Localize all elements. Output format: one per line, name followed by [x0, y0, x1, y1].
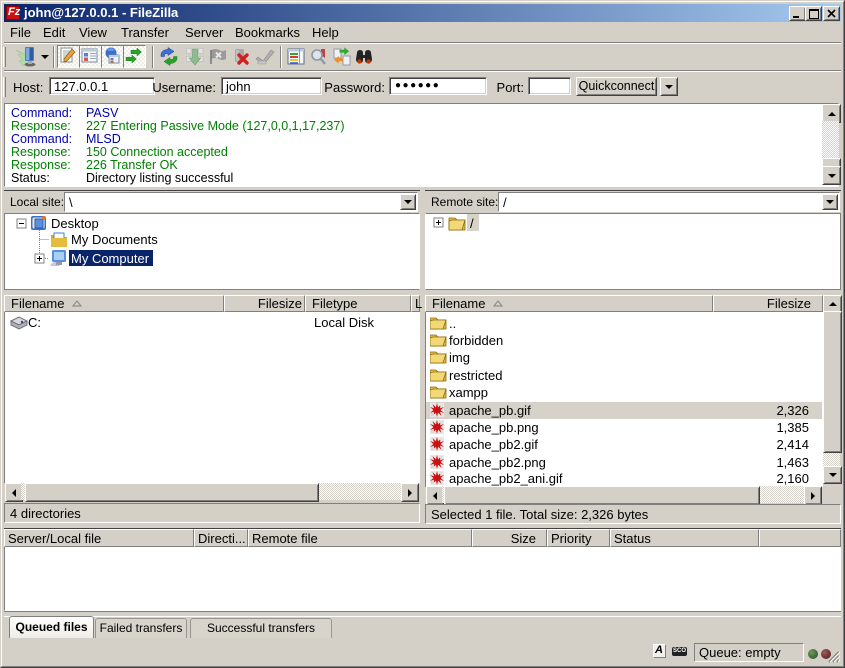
svg-text:Desktop: Desktop [51, 216, 99, 231]
svg-text:My Documents: My Documents [71, 232, 158, 247]
svg-text:/: / [470, 216, 474, 231]
svg-text:My Computer: My Computer [71, 251, 150, 266]
